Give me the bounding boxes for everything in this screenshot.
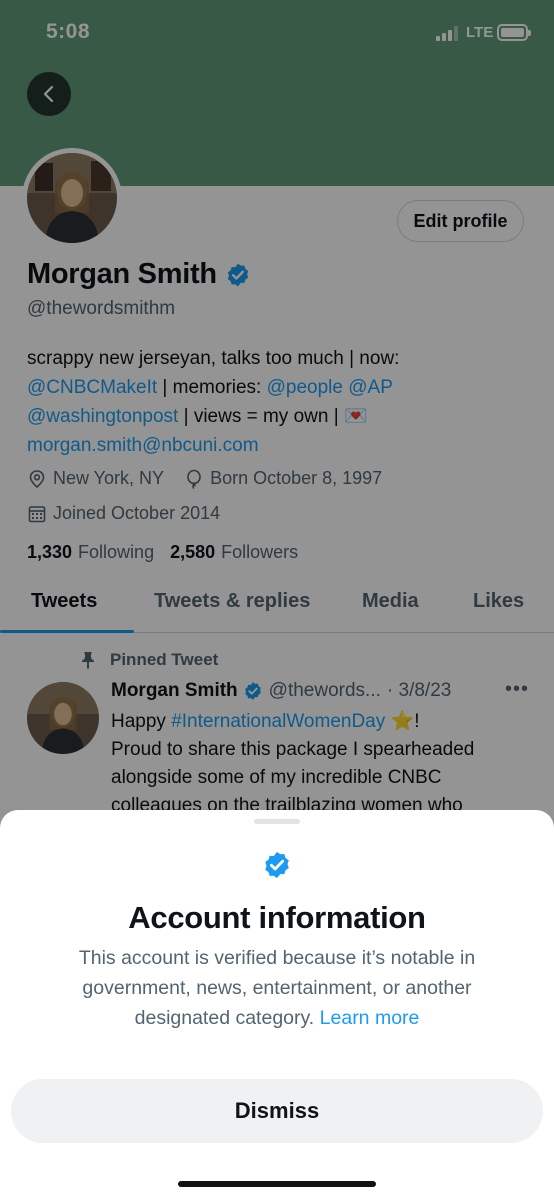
verified-badge-icon: [265, 851, 289, 879]
account-info-sheet: Account information This account is veri…: [0, 810, 554, 1200]
sheet-title: Account information: [128, 900, 426, 935]
learn-more-link[interactable]: Learn more: [320, 1007, 420, 1029]
dismiss-button[interactable]: Dismiss: [11, 1079, 543, 1143]
screen: 5:08 LTE Edit profile Morgan Smith @thew…: [0, 0, 554, 1200]
sheet-description: This account is verified because it’s no…: [40, 943, 514, 1033]
home-indicator: [178, 1181, 376, 1187]
sheet-grabber[interactable]: [254, 819, 300, 824]
